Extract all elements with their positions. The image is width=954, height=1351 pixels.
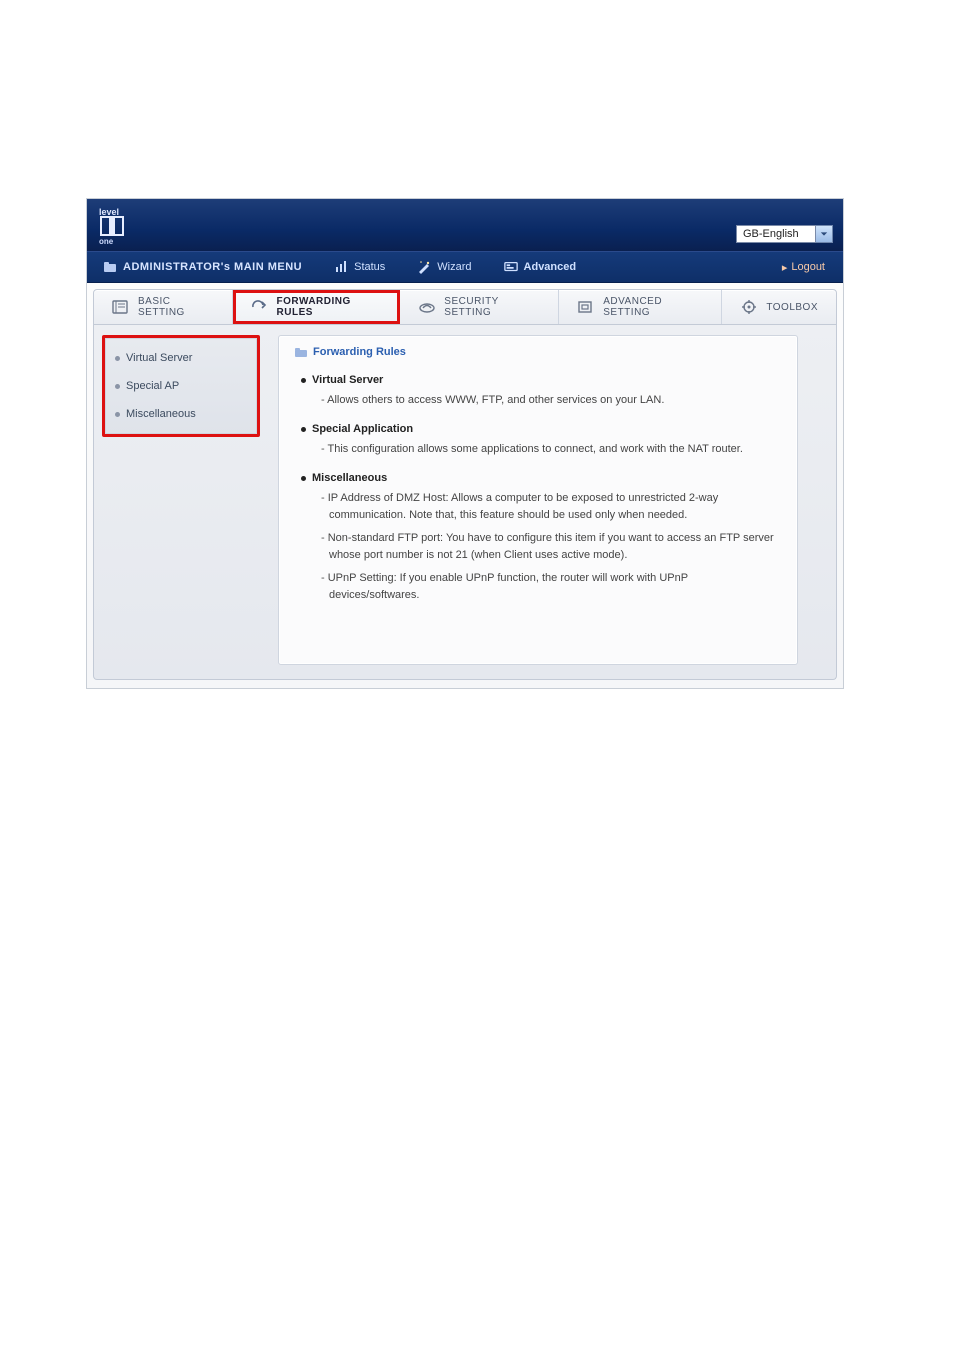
misc-upnp-desc: UPnP Setting: If you enable UPnP functio…	[321, 570, 781, 604]
language-value: GB-English	[736, 225, 816, 243]
sidebar-item-miscellaneous[interactable]: Miscellaneous	[105, 400, 257, 428]
tab-security-label: SECURITY SETTING	[444, 296, 540, 318]
main-menu-bar: ADMINISTRATOR's MAIN MENU Status Wizard …	[87, 251, 843, 283]
tab-basic-setting[interactable]: BASIC SETTING	[94, 290, 233, 324]
virtual-server-desc: Allows others to access WWW, FTP, and ot…	[321, 392, 781, 409]
misc-ftp-desc: Non-standard FTP port: You have to confi…	[321, 530, 781, 564]
menu-advanced-label: Advanced	[524, 261, 577, 273]
tab-basic-label: BASIC SETTING	[138, 296, 214, 318]
status-icon	[334, 260, 348, 274]
sidebar-virtual-server-label: Virtual Server	[126, 352, 192, 364]
menu-wizard-label: Wizard	[437, 261, 471, 273]
menu-status-label: Status	[354, 261, 385, 273]
svg-text:level: level	[99, 207, 119, 217]
language-selector[interactable]: GB-English	[736, 225, 833, 243]
tab-advanced-setting[interactable]: ADVANCED SETTING	[559, 290, 722, 324]
section-special-application: Special Application	[301, 423, 781, 435]
advanced-setting-icon	[577, 299, 595, 315]
svg-text:one: one	[99, 237, 114, 245]
sidebar-miscellaneous-label: Miscellaneous	[126, 408, 196, 420]
brand-logo: level one	[87, 205, 145, 245]
menu-status[interactable]: Status	[318, 252, 401, 282]
section-miscellaneous-label: Miscellaneous	[312, 472, 387, 484]
forwarding-sidebar: Virtual Server Special AP Miscellaneous	[102, 335, 260, 437]
main-menu-title: ADMINISTRATOR's MAIN MENU	[123, 261, 302, 273]
bullet-icon	[115, 412, 120, 417]
folder-open-icon	[295, 347, 307, 357]
tab-advanced-setting-label: ADVANCED SETTING	[603, 296, 703, 318]
logout-label: Logout	[791, 261, 825, 273]
chevron-right-icon: ▸	[782, 261, 788, 274]
section-miscellaneous: Miscellaneous	[301, 472, 781, 484]
menu-wizard[interactable]: Wizard	[401, 252, 487, 282]
folder-icon	[103, 260, 117, 274]
tab-toolbox-label: TOOLBOX	[766, 302, 818, 313]
notebook-icon	[112, 299, 130, 315]
toolbox-icon	[740, 299, 758, 315]
logout-link[interactable]: ▸ Logout	[782, 261, 843, 274]
security-icon	[418, 299, 436, 315]
app-header: level one GB-English	[87, 199, 843, 251]
panel-title-text: Forwarding Rules	[313, 346, 406, 358]
main-menu-label-item: ADMINISTRATOR's MAIN MENU	[87, 252, 318, 282]
sidebar-special-ap-label: Special AP	[126, 380, 179, 392]
advanced-icon	[504, 260, 518, 274]
wizard-icon	[417, 260, 431, 274]
panel-title: Forwarding Rules	[295, 346, 781, 358]
section-virtual-server: Virtual Server	[301, 374, 781, 386]
sidebar-item-special-ap[interactable]: Special AP	[105, 372, 257, 400]
special-application-desc: This configuration allows some applicati…	[321, 441, 781, 458]
misc-dmz-desc: IP Address of DMZ Host: Allows a compute…	[321, 490, 781, 524]
tab-toolbox[interactable]: TOOLBOX	[722, 290, 836, 324]
right-gutter	[816, 335, 828, 665]
language-dropdown-button[interactable]	[816, 225, 833, 243]
tab-forwarding-label: FORWARDING RULES	[277, 296, 382, 318]
menu-advanced[interactable]: Advanced	[488, 252, 593, 282]
forwarding-icon	[251, 299, 269, 315]
settings-tabs: BASIC SETTING FORWARDING RULES SECURITY …	[93, 289, 837, 325]
tab-security-setting[interactable]: SECURITY SETTING	[400, 290, 559, 324]
tab-forwarding-rules[interactable]: FORWARDING RULES	[233, 290, 401, 324]
content-body: Virtual Server Special AP Miscellaneous …	[93, 325, 837, 680]
bullet-icon	[115, 384, 120, 389]
section-special-application-label: Special Application	[312, 423, 413, 435]
forwarding-rules-panel: Forwarding Rules Virtual Server Allows o…	[278, 335, 798, 665]
sidebar-item-virtual-server[interactable]: Virtual Server	[105, 344, 257, 372]
section-virtual-server-label: Virtual Server	[312, 374, 383, 386]
bullet-icon	[115, 356, 120, 361]
router-admin-app: level one GB-English ADMINISTRATOR's MAI…	[86, 198, 844, 689]
